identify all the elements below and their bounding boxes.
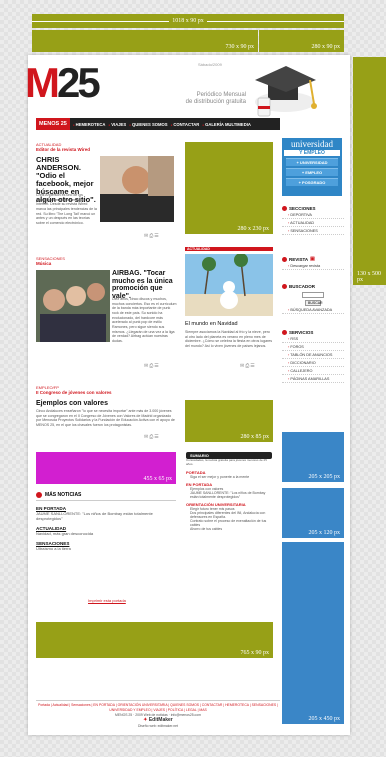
- share-icons[interactable]: ✉⎙☰: [144, 363, 160, 369]
- story-congreso: EMPLEO/FP II Congreso de jóvenes con val…: [36, 385, 176, 395]
- sidebar-item-callejero[interactable]: CALLEJERO: [282, 367, 344, 375]
- buscador-block: BUSCADOR BUSCAR BÚSQUEDA AVANZADA: [282, 284, 344, 314]
- sidebar-item-sensaciones[interactable]: SENSACIONES: [282, 227, 344, 235]
- group-item[interactable]: Navidad, más gran desconocida: [36, 531, 176, 536]
- sidebar-item-diccionario[interactable]: DICCIONARIO: [282, 359, 344, 367]
- share-icons[interactable]: ✉⎙☰: [144, 233, 160, 239]
- graduation-cap-icon: [255, 66, 317, 117]
- footer-links[interactable]: Portada | Actualidad | Sensaciones | EN …: [36, 700, 280, 713]
- sidebar-item-foros[interactable]: FOROS: [282, 343, 344, 351]
- mas-noticias-list: EN PORTADA JAUME SANLLORENTE: "Los niños…: [36, 506, 176, 551]
- print-link[interactable]: Imprimir esta portada: [88, 598, 126, 603]
- menu-item-viajes[interactable]: VIAJES: [108, 122, 126, 127]
- story-subtitle: II Congreso de jóvenes con valores: [36, 390, 112, 395]
- ad-width-ruler: 1018 x 90 px: [32, 14, 344, 28]
- ad-side-205x450[interactable]: 205 x 450 px: [282, 542, 344, 724]
- ad-box-280x85[interactable]: 280 x 85 px: [185, 400, 273, 442]
- pdf-icon[interactable]: ▣: [310, 256, 315, 262]
- ad-banner-280x90[interactable]: 280 x 90 px: [259, 30, 344, 52]
- bullet-icon: [36, 492, 42, 498]
- main-menu: MENOS 25 HEMEROTECA VIAJES QUIENES SOMOS…: [36, 118, 280, 130]
- search-button[interactable]: BUSCAR: [305, 300, 323, 306]
- search-input[interactable]: [302, 292, 324, 298]
- sidebar-item-descargar-revista[interactable]: Descargar revista: [282, 262, 344, 270]
- story-airbag-header: SENSACIONES Música: [36, 256, 65, 266]
- secciones-block: SECCIONES DEPORTIVA ACTUALIDAD SENSACION…: [282, 206, 344, 235]
- ad-box-280x230[interactable]: 280 x 230 px: [185, 142, 273, 234]
- univ-subtitle: Y EMPLEO: [284, 150, 340, 156]
- mas-noticias-title: MÁS NOTICIAS: [45, 492, 82, 498]
- issue-date: Sábado/2009: [198, 62, 222, 67]
- editmaker-icon: ✦: [143, 717, 148, 724]
- sumario-intro: Curiosidades, la revista gratuita para j…: [186, 458, 267, 466]
- ad-skyscraper-130x500[interactable]: 130 x 500 px: [353, 57, 386, 285]
- group-item[interactable]: Ultraísmo a la tierra: [36, 546, 176, 551]
- menu-item-quienes-somos[interactable]: QUIENES SOMOS: [129, 122, 168, 127]
- section-label: ACTUALIDAD: [187, 247, 210, 251]
- site-logo[interactable]: M25: [25, 62, 101, 104]
- sidebar-item-deportiva[interactable]: DEPORTIVA: [282, 211, 344, 219]
- universidad-empleo-box: universidad Y EMPLEO + UNIVERSIDAD + EMP…: [282, 138, 342, 196]
- tagline-line-2: de distribución gratuita: [185, 99, 246, 106]
- ad-banner-730x90[interactable]: 730 x 90 px: [32, 30, 258, 52]
- servicios-block: SERVICIOS RSS FOROS TABLÓN DE ANUNCIOS D…: [282, 330, 344, 383]
- site-tagline: Periódico Mensual de distribución gratui…: [146, 92, 246, 106]
- story-headline[interactable]: AIRBAG. "Tocar mucho es la única promoci…: [112, 270, 178, 300]
- story-body: Siempre asociamos la Navidad al frío y l…: [185, 330, 273, 349]
- story-body: Cinco Andaluces enseñaron "lo que se nec…: [36, 409, 175, 428]
- ad-box-765x90[interactable]: 765 x 90 px: [36, 622, 273, 658]
- story-subtitle: Editor de la revista Wired: [36, 147, 90, 152]
- menu-brand[interactable]: MENOS 25: [36, 118, 70, 130]
- univ-button-empleo[interactable]: + EMPLEO: [286, 168, 338, 176]
- buscador-title: BUSCADOR: [282, 284, 344, 289]
- ad-side-205x205[interactable]: 205 x 205 px: [282, 432, 344, 482]
- univ-button-universidad[interactable]: + UNIVERSIDAD: [286, 158, 338, 166]
- sumario-item[interactable]: JAUME SANLLORENTE: "Los niños de Bombay …: [186, 491, 272, 499]
- story-photo[interactable]: [100, 156, 174, 222]
- sidebar-item-rss[interactable]: RSS: [282, 335, 344, 343]
- menu-item-galeria[interactable]: GALERÍA MULTIMEDIA: [202, 122, 251, 127]
- story-body: Diez años, cinco discos y muchos, muchos…: [112, 297, 177, 344]
- story-subtitle: Música: [36, 261, 52, 266]
- search-form: BUSCAR: [282, 292, 344, 306]
- footer: Portada | Actualidad | Sensaciones | EN …: [36, 700, 280, 729]
- tagline-line-1: Periódico Mensual: [196, 92, 246, 98]
- revista-title-text: REVISTA: [289, 256, 309, 262]
- story-anderson: ACTUALIDAD Editor de la revista Wired: [36, 142, 176, 152]
- story-headline[interactable]: El mundo en Navidad: [185, 321, 238, 328]
- story-photo[interactable]: [36, 270, 110, 342]
- menu-item-contactar[interactable]: CONTACTAR: [171, 122, 199, 127]
- story-photo-christmas[interactable]: [185, 254, 273, 316]
- revista-block: REVISTA▣ Descargar revista: [282, 256, 344, 270]
- ad-box-455x65[interactable]: 455 x 65 px: [36, 452, 176, 484]
- ad-side-205x120[interactable]: 205 x 120 px: [282, 488, 344, 538]
- sidebar-item-tablon[interactable]: TABLÓN DE ANUNCIOS: [282, 351, 344, 359]
- footer-contact[interactable]: Diseño web: editmaker.net: [36, 724, 280, 729]
- sumario-item[interactable]: Siga el ser mejor y ponerte a la mente: [186, 475, 272, 479]
- story-body: Chris Anderson es uno de los pensadores …: [36, 193, 97, 226]
- share-icons[interactable]: ✉⎙☰: [144, 434, 160, 440]
- univ-button-posgrado[interactable]: + POSGRADO: [286, 178, 338, 186]
- share-icons[interactable]: ✉⎙☰: [240, 363, 256, 369]
- sumario-item[interactable]: Dos principales diferentes del INI, Anda…: [186, 511, 272, 519]
- editmaker-logo[interactable]: ✦ EditMaker: [36, 717, 280, 724]
- editmaker-text: EditMaker: [148, 717, 173, 724]
- sumario-item[interactable]: Ahorro de tus cables: [186, 527, 272, 531]
- sidebar-item-actualidad[interactable]: ACTUALIDAD: [282, 219, 344, 227]
- story-headline[interactable]: Ejemplos con valores: [36, 400, 108, 408]
- menu-item-hemeroteca[interactable]: HEMEROTECA: [73, 122, 106, 127]
- group-item[interactable]: JAUME SANLLORENTE: "Los niños de Bombay …: [36, 511, 176, 521]
- sumario-item[interactable]: Contrato sobre el proceso de exenaltació…: [186, 519, 272, 527]
- mas-noticias-header: MÁS NOTICIAS: [36, 492, 176, 501]
- sidebar-item-busqueda-avanzada[interactable]: BÚSQUEDA AVANZADA: [282, 306, 344, 314]
- sumario-box: SUMARIO Curiosidades, la revista gratuit…: [186, 452, 272, 531]
- mas-noticias: MÁS NOTICIAS EN PORTADA JAUME SANLLORENT…: [36, 492, 176, 551]
- sidebar-item-paginas-amarillas[interactable]: PÁGINAS AMARILLAS: [282, 375, 344, 383]
- univ-title: universidad: [291, 139, 333, 149]
